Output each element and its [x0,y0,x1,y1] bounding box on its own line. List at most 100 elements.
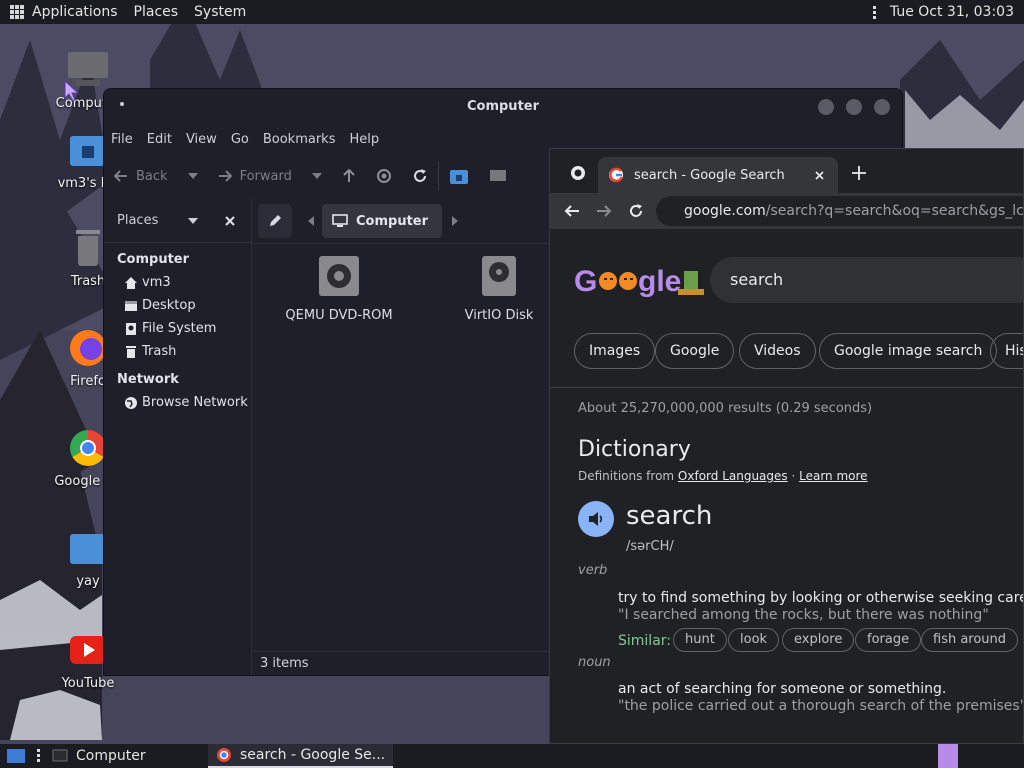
chip-google-image-search[interactable]: Google image search [819,333,998,369]
google-favicon-icon [609,167,624,183]
similar-chip-explore[interactable]: explore [782,628,855,652]
tab-title: search - Google Search [634,167,785,183]
menu-view[interactable]: View [179,129,224,153]
chip-google[interactable]: Google [655,333,735,369]
show-desktop-icon[interactable] [6,748,26,764]
reload-button[interactable] [402,161,438,191]
mouse-cursor-icon [64,80,80,102]
pronunciation-button[interactable] [578,501,614,537]
divider [550,387,1023,388]
tab-close-icon[interactable] [815,171,824,180]
similar-chip-fish-around[interactable]: fish around [921,628,1019,652]
forward-arrow-icon[interactable] [596,203,612,219]
places-selector[interactable]: Places [117,213,158,228]
triangle-down-icon[interactable] [188,218,198,224]
panel-handle-icon[interactable] [37,749,40,762]
menu-applications[interactable]: Applications [24,0,126,24]
sidebar-item-browse-network[interactable]: Browse Network [124,391,251,414]
search-input[interactable]: search [710,257,1023,303]
similar-chip-hunt[interactable]: hunt [673,628,727,652]
sidebar-item-label: vm3 [142,275,171,290]
task-chrome[interactable]: search - Google Se... [208,744,394,768]
applications-grid-icon[interactable] [10,5,24,19]
places-header[interactable]: Places [104,199,251,243]
menu-edit[interactable]: Edit [140,129,179,153]
chip-history[interactable]: Hist [990,333,1023,369]
up-button[interactable] [332,161,366,191]
address-bar[interactable]: google.com/search?q=search&oq=search&gs_… [656,196,1023,226]
computer-icon [489,170,506,181]
workspace-switcher[interactable] [938,744,958,768]
path-right-arrow-icon[interactable] [452,216,459,226]
sidebar-item-trash[interactable]: Trash [124,340,251,363]
sidebar-item-file-system[interactable]: File System [124,317,251,340]
trash-icon [126,345,136,358]
chip-videos[interactable]: Videos [739,333,816,369]
clock[interactable]: Tue Oct 31, 03:03 [890,4,1014,20]
menu-file[interactable]: File [104,129,140,153]
chrome-icon [217,748,231,762]
menu-bookmarks[interactable]: Bookmarks [256,129,343,153]
forward-button[interactable]: Forward [208,161,302,191]
similar-chip-look[interactable]: look [728,628,780,652]
path-label: Computer [356,213,429,229]
home-button[interactable] [437,161,479,191]
chip-images[interactable]: Images [574,333,656,369]
fm-menubar: File Edit View Go Bookmarks Help [104,129,386,153]
edit-location-button[interactable] [258,204,292,238]
task-label: search - Google Se... [240,747,386,763]
task-label: Computer [76,748,146,764]
chrome-menu-icon[interactable] [570,165,586,181]
chrome-tab[interactable]: search - Google Search [598,157,838,193]
bottom-panel: Computer search - Google Se... [0,744,1024,768]
oxford-languages-link[interactable]: Oxford Languages [678,469,788,483]
forward-history-dropdown[interactable] [302,161,332,191]
google-doodle-logo[interactable]: G gle [574,259,714,303]
menu-places[interactable]: Places [126,0,187,24]
trash-icon [68,228,108,268]
maximize-button[interactable] [846,99,862,115]
part-of-speech-verb: verb [578,563,608,578]
sidebar-item-label: File System [142,321,217,336]
svg-text:G: G [574,265,597,298]
youtube-icon [68,630,108,670]
reload-icon[interactable] [628,203,644,219]
file-item-virtio-disk[interactable]: VirtIO Disk [434,256,564,323]
dictionary-heading: Dictionary [578,437,691,462]
arrow-right-icon [218,170,232,182]
path-left-arrow-icon[interactable] [308,216,314,226]
fm-titlebar[interactable]: Computer [104,89,902,127]
minimize-button[interactable] [818,99,834,115]
similar-chip-forage[interactable]: forage [855,628,922,652]
pencil-icon [270,215,281,226]
desktop-icon [125,300,137,311]
definition-verb: try to find something by looking or othe… [618,590,1023,606]
sidebar-item-vm3[interactable]: vm3 [124,271,251,294]
url-host: google.com [684,203,766,219]
definition-noun: an act of searching for someone or somet… [618,681,947,697]
back-history-dropdown[interactable] [178,161,208,191]
panel-handle-icon[interactable] [872,5,876,19]
triangle-down-icon [311,173,322,179]
chrome-tabstrip[interactable]: search - Google Search [550,149,1023,193]
computer-icon [52,749,68,762]
task-computer[interactable]: Computer [50,744,156,768]
back-button[interactable]: Back [104,161,178,191]
back-arrow-icon[interactable] [564,203,580,219]
path-button-computer[interactable]: Computer [322,204,443,238]
close-button[interactable] [874,99,890,115]
sidebar-item-desktop[interactable]: Desktop [124,294,251,317]
close-sidebar-icon[interactable] [225,216,235,226]
chrome-icon [68,428,108,468]
file-item-qemu-dvd-rom[interactable]: QEMU DVD-ROM [274,256,404,323]
menu-go[interactable]: Go [224,129,256,153]
menu-help[interactable]: Help [342,129,386,153]
dictionary-word: search [626,501,713,531]
menu-system[interactable]: System [186,0,254,24]
learn-more-link[interactable]: Learn more [799,469,867,483]
computer-button[interactable] [479,161,517,191]
stop-button[interactable] [366,161,402,191]
globe-icon [125,396,137,409]
new-tab-icon[interactable] [852,166,866,180]
speaker-icon [589,512,603,526]
